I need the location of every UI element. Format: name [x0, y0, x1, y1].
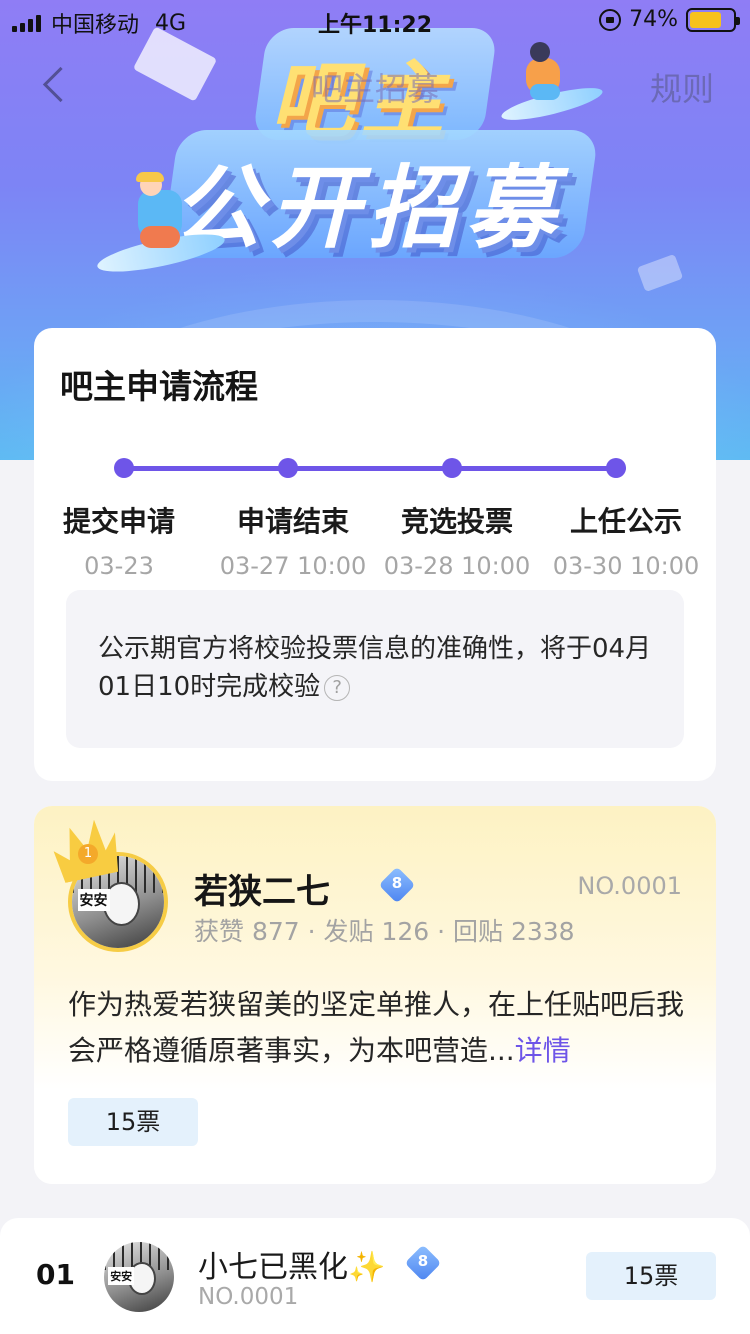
step-date: 03-23 [84, 552, 154, 580]
crown-icon: 1 [54, 822, 118, 878]
battery-icon [686, 7, 740, 32]
step-date: 03-27 10:00 [219, 552, 367, 580]
avatar-tag: 安安 [108, 1267, 135, 1286]
level-badge-icon: 8 [378, 866, 416, 904]
flow-step: 上任公示 03-30 10:00 [541, 500, 711, 580]
application-flow-card: 吧主申请流程 提交申请 03-23 申请结束 03-27 10:00 竞选投票 … [34, 328, 716, 781]
rank-badge: 1 [78, 844, 98, 864]
battery-percent: 74% [629, 7, 678, 32]
vote-count-button[interactable]: 15票 [586, 1252, 716, 1300]
step-name: 申请结束 [236, 505, 349, 538]
flow-step: 竞选投票 03-28 10:00 [372, 500, 542, 580]
rank-user-number: NO.0001 [198, 1284, 299, 1310]
rules-link[interactable]: 规则 [650, 64, 714, 110]
flow-timeline [114, 458, 626, 478]
avatar-tag: 安安 [77, 889, 110, 912]
details-link[interactable]: 详情 [515, 1034, 571, 1067]
flow-step: 申请结束 03-27 10:00 [208, 500, 378, 580]
page-title: 吧主招募 [310, 70, 439, 108]
rank-name-text: 小七已黑化 [198, 1250, 348, 1285]
status-bar: 中国移动 4G 上午11:22 74% [0, 0, 750, 40]
rank-user-name: 小七已黑化✨ [198, 1242, 385, 1286]
floating-paper [636, 253, 684, 293]
flow-title: 吧主申请流程 [60, 367, 258, 406]
timeline-dot [606, 458, 626, 478]
step-name: 提交申请 [62, 505, 175, 538]
help-icon[interactable]: ? [324, 674, 351, 701]
rotation-lock-icon [599, 8, 622, 31]
candidate-name: 若狭二七 [194, 872, 330, 912]
candidate-card[interactable]: 安安 1 若狭二七 8 NO.0001 获赞 877 · 发贴 126 · 回贴… [34, 806, 716, 1184]
banner-title-bottom: 公开招募 [172, 156, 564, 261]
step-name: 上任公示 [569, 505, 682, 538]
step-date: 03-28 10:00 [383, 552, 531, 580]
candidate-description: 作为热爱若狭留美的坚定单推人，在上任贴吧后我会严格遵循原著事实，为本吧营造...… [68, 982, 688, 1074]
vote-count-button[interactable]: 15票 [68, 1098, 198, 1146]
timeline-dot [278, 458, 298, 478]
notice-text: 公示期官方将校验投票信息的准确性，将于04月01日10时完成校验 [98, 634, 652, 702]
level-badge-icon: 8 [404, 1244, 442, 1282]
timeline-line [124, 466, 626, 471]
level-number: 8 [417, 1252, 429, 1270]
description-text: 作为热爱若狭留美的坚定单推人，在上任贴吧后我会严格遵循原著事实，为本吧营造... [68, 988, 685, 1067]
verification-notice: 公示期官方将校验投票信息的准确性，将于04月01日10时完成校验? [66, 590, 684, 748]
level-number: 8 [391, 874, 403, 892]
avatar[interactable]: 安安 [104, 1242, 174, 1312]
list-item[interactable]: 01 安安 小七已黑化✨ 8 NO.0001 15票 [0, 1218, 750, 1334]
rank-number: 01 [36, 1258, 75, 1291]
surfer-illustration-left [94, 170, 228, 280]
nav-bar: 吧主招募 规则 [0, 50, 750, 120]
sparkle-icon: ✨ [348, 1250, 386, 1285]
candidate-stats: 获赞 877 · 发贴 126 · 回贴 2338 [194, 917, 575, 946]
candidate-number: NO.0001 [577, 872, 682, 900]
step-name: 竞选投票 [400, 505, 513, 538]
timeline-dot [114, 458, 134, 478]
timeline-dot [442, 458, 462, 478]
flow-step: 提交申请 03-23 [34, 500, 204, 580]
manga-avatar-image: 安安 [104, 1242, 174, 1312]
step-date: 03-30 10:00 [552, 552, 700, 580]
